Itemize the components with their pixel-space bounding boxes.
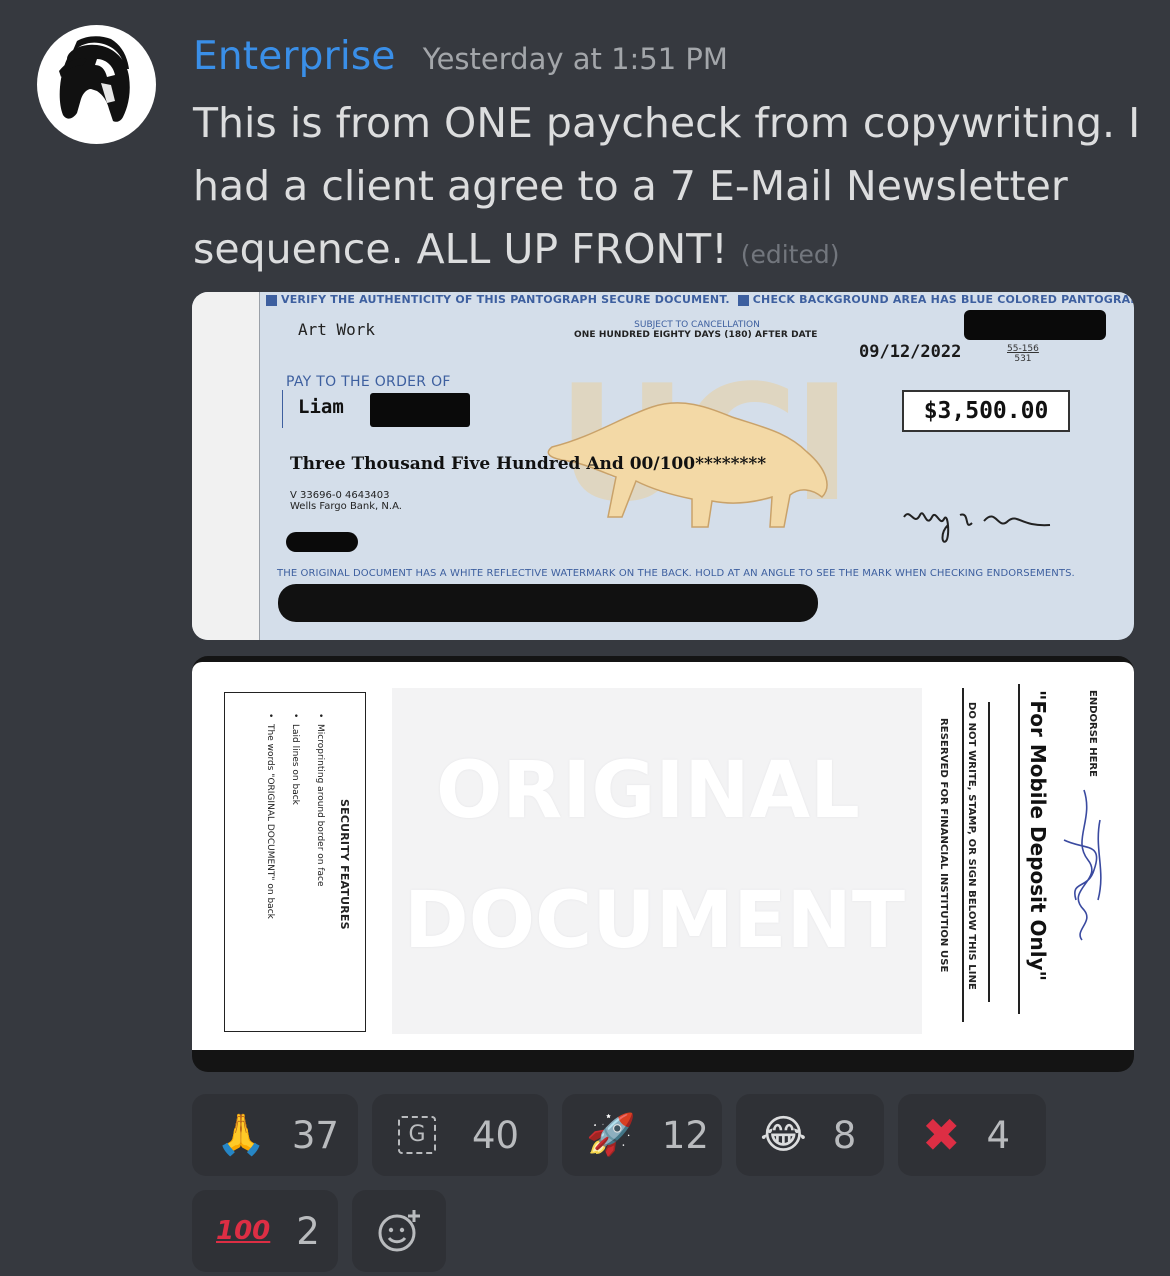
verify-line: VERIFY THE AUTHENTICITY OF THIS PANTOGRA… [262, 293, 1134, 306]
reaction-count: 37 [291, 1113, 339, 1157]
red-x-icon: ✖ [922, 1108, 961, 1162]
expiry-note: ONE HUNDRED EIGHTY DAYS (180) AFTER DATE [574, 330, 818, 340]
divider [962, 688, 964, 1022]
spartan-helmet-icon [59, 36, 130, 122]
drawer-name: Art Work [298, 320, 376, 339]
watermark-area: ORIGINAL DOCUMENT [392, 688, 922, 1034]
hundred-points-icon: 100 [216, 1216, 271, 1246]
message-content: This is from ONE paycheck from copywriti… [193, 92, 1143, 286]
username[interactable]: Enterprise [193, 34, 396, 79]
folded-hands-icon: 🙏 [216, 1112, 266, 1158]
watermark-document: DOCUMENT [404, 876, 906, 966]
timestamp[interactable]: Yesterday at 1:51 PM [423, 42, 728, 76]
reserved-label: RESERVED FOR FINANCIAL INSTITUTION USE [938, 718, 949, 973]
fractional-routing: 55-156 531 [1007, 344, 1039, 364]
add-reaction-button[interactable] [352, 1190, 446, 1272]
divider [988, 702, 990, 1002]
add-reaction-icon [378, 1210, 420, 1252]
mobile-deposit-text: "For Mobile Deposit Only" [1026, 690, 1050, 982]
amount-box: $3,500.00 [902, 390, 1070, 432]
reaction-hundred[interactable]: 100 2 [192, 1190, 338, 1272]
rocket-icon: 🚀 [586, 1112, 636, 1158]
edited-label: (edited) [740, 240, 840, 269]
watermark-note: THE ORIGINAL DOCUMENT HAS A WHITE REFLEC… [277, 568, 1075, 579]
laughing-tears-icon: 😂 [760, 1112, 807, 1158]
reaction-red-x[interactable]: ✖ 4 [898, 1094, 1046, 1176]
reaction-count: 4 [986, 1113, 1011, 1157]
message-header: Enterprise Yesterday at 1:51 PM [193, 34, 728, 79]
security-features-box: SECURITY FEATURES • Microprinting around… [224, 692, 366, 1032]
watermark-original: ORIGINAL [436, 746, 860, 836]
message-text: This is from ONE paycheck from copywriti… [193, 99, 1141, 273]
reaction-count: 8 [832, 1113, 857, 1157]
security-feature-item: • Microprinting around border on face [315, 713, 325, 887]
redaction-payee-surname [370, 393, 470, 427]
reaction-folded-hands[interactable]: 🙏 37 [192, 1094, 358, 1176]
check-back-paper: SECURITY FEATURES • Microprinting around… [192, 662, 1134, 1050]
check-front-image[interactable]: UCI VERIFY THE AUTHENTICITY OF THIS PANT… [192, 292, 1134, 640]
redaction-check-number [964, 310, 1106, 340]
security-feature-item: • The words "ORIGINAL DOCUMENT" on back [265, 713, 275, 919]
subject-to-cancellation: SUBJECT TO CANCELLATION [634, 320, 760, 330]
check-date: 09/12/2022 [859, 342, 962, 362]
redaction-micr-line [278, 584, 818, 622]
reaction-rocket[interactable]: 🚀 12 [562, 1094, 722, 1176]
reaction-count: 2 [296, 1209, 320, 1253]
reaction-count: 40 [472, 1113, 520, 1157]
check-back-image[interactable]: SECURITY FEATURES • Microprinting around… [192, 656, 1134, 1072]
divider [259, 292, 260, 640]
reaction-laughing[interactable]: 😂 8 [736, 1094, 884, 1176]
do-not-write-label: DO NOT WRITE, STAMP, OR SIGN BELOW THIS … [966, 702, 977, 990]
g-emote-icon: G [398, 1116, 436, 1154]
divider [1018, 684, 1020, 1014]
endorse-here-label: ENDORSE HERE [1087, 690, 1098, 777]
bank-info: V 33696-0 4643403 Wells Fargo Bank, N.A. [290, 490, 402, 512]
avatar[interactable] [37, 25, 156, 144]
payee-name: Liam [298, 396, 344, 418]
reaction-count: 12 [661, 1113, 709, 1157]
security-feature-item: • Laid lines on back [290, 713, 300, 805]
amount-in-words: Three Thousand Five Hundred And 00/100**… [290, 454, 767, 474]
check-stub [192, 292, 260, 640]
payee-bracket [282, 390, 283, 428]
reaction-g-emote[interactable]: G 40 [372, 1094, 548, 1176]
signature-icon [903, 512, 1051, 543]
endorsement-signature-icon [1063, 789, 1102, 941]
pay-to-label: PAY TO THE ORDER OF [286, 374, 451, 390]
redaction-account [286, 532, 358, 552]
security-title: SECURITY FEATURES [338, 799, 351, 930]
